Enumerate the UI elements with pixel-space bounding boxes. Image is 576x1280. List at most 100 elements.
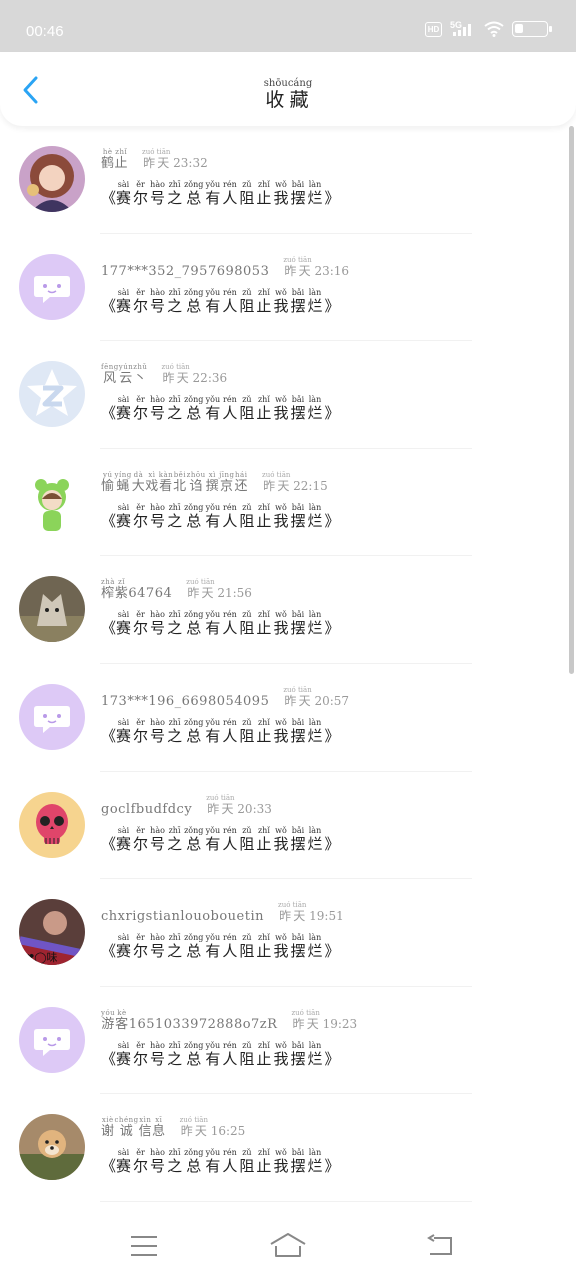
title-char-pinyin: ěr	[133, 395, 149, 405]
user-avatar[interactable]	[19, 468, 85, 535]
post-title[interactable]: 《赛sài尔ěr号hào之zhī总zǒng有yǒu人rén阻zǔ止zhǐ我wǒ摆…	[101, 826, 340, 854]
title-char: 之zhī	[167, 395, 182, 422]
username[interactable]: 鹤hè止zhǐ	[101, 148, 128, 171]
title-char-pinyin: yǒu	[205, 287, 221, 297]
username-part: 大dà	[132, 471, 146, 494]
username[interactable]: 177***352_7957698053	[101, 264, 269, 279]
user-avatar[interactable]	[19, 361, 85, 428]
list-item[interactable]: 榨zhà紫zǐ64764 昨天zuó tiān 21:56 《赛sài尔ěr号hào…	[0, 556, 576, 664]
username-text: 173***196_6698054095	[101, 693, 270, 709]
list-item[interactable]: 谢xiè诚chéng信xìn息xī 昨天zuó tiān 16:25 《赛sài尔ě…	[0, 1094, 576, 1202]
title-char-pinyin: zhī	[167, 287, 183, 297]
title-char: 赛sài	[116, 395, 131, 422]
title-char: 阻zǔ	[239, 718, 254, 745]
title-char-pinyin: zǔ	[239, 825, 255, 835]
sugar-skull-avatar-icon	[19, 791, 85, 858]
scrollbar[interactable]	[569, 126, 574, 674]
title-char: 阻zǔ	[239, 610, 254, 637]
username-text: 愉	[101, 478, 115, 494]
title-char-text: 尔	[133, 726, 149, 745]
title-char-text: 止	[256, 189, 272, 207]
username-text: 息	[152, 1124, 166, 1140]
title-char-text: 总	[184, 1157, 204, 1176]
title-char: 总zǒng	[184, 933, 204, 961]
list-item[interactable]: 鹤hè止zhǐ 昨天zuó tiān 23:32 《赛sài尔ěr号hào之zhī总…	[0, 126, 576, 234]
post-title[interactable]: 《赛sài尔ěr号hào之zhī总zǒng有yǒu人rén阻zǔ止zhǐ我wǒ摆…	[101, 718, 340, 746]
default-chat-avatar-icon	[19, 1006, 85, 1073]
user-avatar[interactable]	[19, 576, 85, 643]
title-char-pinyin: zhī	[167, 395, 183, 405]
username[interactable]: 谢xiè诚chéng信xìn息xī	[101, 1116, 166, 1139]
list-item[interactable]: 177***352_7957698053 昨天zuó tiān 23:16 《赛sà…	[0, 234, 576, 342]
title-char-text: 总	[184, 619, 204, 638]
username[interactable]: goclfbudfdcy	[101, 802, 192, 817]
list-item[interactable]: 愉yú蝇yíng大dà戏xì看kàn北běi诌zhōu撰xì京jīng还hái 昨…	[0, 449, 576, 557]
post-title[interactable]: 《赛sài尔ěr号hào之zhī总zǒng有yǒu人rén阻zǔ止zhǐ我wǒ摆…	[101, 180, 340, 208]
favorites-list: 鹤hè止zhǐ 昨天zuó tiān 23:32 《赛sài尔ěr号hào之zhī总…	[0, 126, 576, 1202]
username-part: 撰xì	[206, 471, 220, 494]
title-char: 赛sài	[116, 718, 131, 745]
user-avatar[interactable]	[19, 791, 85, 858]
title-char-text: 赛	[116, 189, 132, 207]
title-char-text: 号	[150, 1049, 166, 1068]
title-char: 赛sài	[116, 288, 131, 315]
title-char-text: 尔	[133, 1157, 149, 1176]
post-title[interactable]: 《赛sài尔ěr号hào之zhī总zǒng有yǒu人rén阻zǔ止zhǐ我wǒ摆…	[101, 1041, 340, 1069]
username[interactable]: 愉yú蝇yíng大dà戏xì看kàn北běi诌zhōu撰xì京jīng还hái	[101, 471, 248, 494]
title-char-pinyin: wǒ	[273, 610, 289, 620]
list-item[interactable]: 游yóu客kè1651033972888o7zR 昨天zuó tiān 19:23…	[0, 987, 576, 1095]
username-part: 蝇yíng	[115, 471, 132, 494]
title-char-pinyin: ěr	[133, 180, 149, 189]
username-pinyin: fēng	[101, 363, 119, 372]
signal-5g-icon: 5G	[450, 20, 476, 38]
username-part: 紫zǐ	[115, 578, 129, 601]
post-title[interactable]: 《赛sài尔ěr号hào之zhī总zǒng有yǒu人rén阻zǔ止zhǐ我wǒ摆…	[101, 503, 340, 531]
title-char: 有yǒu	[205, 1148, 220, 1175]
title-char-pinyin: làn	[307, 395, 323, 405]
title-char-pinyin: ěr	[133, 610, 149, 620]
user-avatar[interactable]	[19, 1006, 85, 1073]
title-char-text: 我	[273, 189, 289, 207]
user-avatar[interactable]	[19, 1114, 85, 1181]
list-item[interactable]: 173***196_6698054095 昨天zuó tiān 20:57 《赛sà…	[0, 664, 576, 772]
home-button[interactable]	[263, 1226, 313, 1266]
title-char-text: 赛	[116, 619, 132, 638]
post-title[interactable]: 《赛sài尔ěr号hào之zhī总zǒng有yǒu人rén阻zǔ止zhǐ我wǒ摆…	[101, 395, 340, 423]
title-char-text: 总	[184, 942, 204, 961]
username-pinyin: yóu	[101, 1008, 116, 1017]
username-pinyin: yíng	[114, 470, 132, 479]
title-char-pinyin: hào	[150, 180, 166, 189]
time-value: 20:57	[314, 693, 350, 708]
username[interactable]: 榨zhà紫zǐ64764	[101, 578, 172, 601]
open-quote: 《	[101, 1157, 117, 1176]
username[interactable]: 风fēng云yún丶zhǔ	[101, 363, 147, 386]
menu-button[interactable]	[119, 1226, 169, 1266]
user-avatar[interactable]	[19, 683, 85, 750]
post-title[interactable]: 《赛sài尔ěr号hào之zhī总zǒng有yǒu人rén阻zǔ止zhǐ我wǒ摆…	[101, 610, 340, 638]
title-char: 我wǒ	[273, 180, 289, 207]
title-char: 有yǒu	[205, 933, 220, 960]
title-char-text: 摆	[290, 296, 306, 315]
list-item[interactable]: 风fēng云yún丶zhǔ 昨天zuó tiān 22:36 《赛sài尔ěr号hà…	[0, 341, 576, 449]
list-item[interactable]: goclfbudfdcy 昨天zuó tiān 20:33 《赛sài尔ěr号hào…	[0, 772, 576, 880]
post-title[interactable]: 《赛sài尔ěr号hào之zhī总zǒng有yǒu人rén阻zǔ止zhǐ我wǒ摆…	[101, 1148, 340, 1176]
title-char: 有yǒu	[205, 718, 220, 745]
title-char-text: 总	[184, 511, 204, 530]
username[interactable]: chxrigstianlouobouetin	[101, 909, 264, 924]
username[interactable]: 游yóu客kè1651033972888o7zR	[101, 1009, 277, 1032]
system-back-button[interactable]	[415, 1226, 465, 1266]
list-item[interactable]: ❤◯味 chxrigstianlouobouetin 昨天zuó tiān 19:5…	[0, 879, 576, 987]
title-char-pinyin: zhǐ	[256, 1040, 272, 1050]
username-part: 止zhǐ	[115, 148, 129, 171]
username[interactable]: 173***196_6698054095	[101, 694, 269, 709]
title-char: 我wǒ	[273, 610, 288, 637]
title-char: 号hào	[150, 180, 165, 207]
title-char-text: 之	[167, 296, 183, 315]
user-avatar[interactable]: ❤◯味	[19, 899, 85, 966]
title-char-text: 烂	[307, 942, 323, 961]
page-title-wrap: 收藏shōucáng	[0, 78, 576, 112]
user-avatar[interactable]	[19, 253, 85, 320]
post-title[interactable]: 《赛sài尔ěr号hào之zhī总zǒng有yǒu人rén阻zǔ止zhǐ我wǒ摆…	[101, 933, 340, 961]
post-title[interactable]: 《赛sài尔ěr号hào之zhī总zǒng有yǒu人rén阻zǔ止zhǐ我wǒ摆…	[101, 288, 340, 316]
user-avatar[interactable]	[19, 146, 85, 212]
